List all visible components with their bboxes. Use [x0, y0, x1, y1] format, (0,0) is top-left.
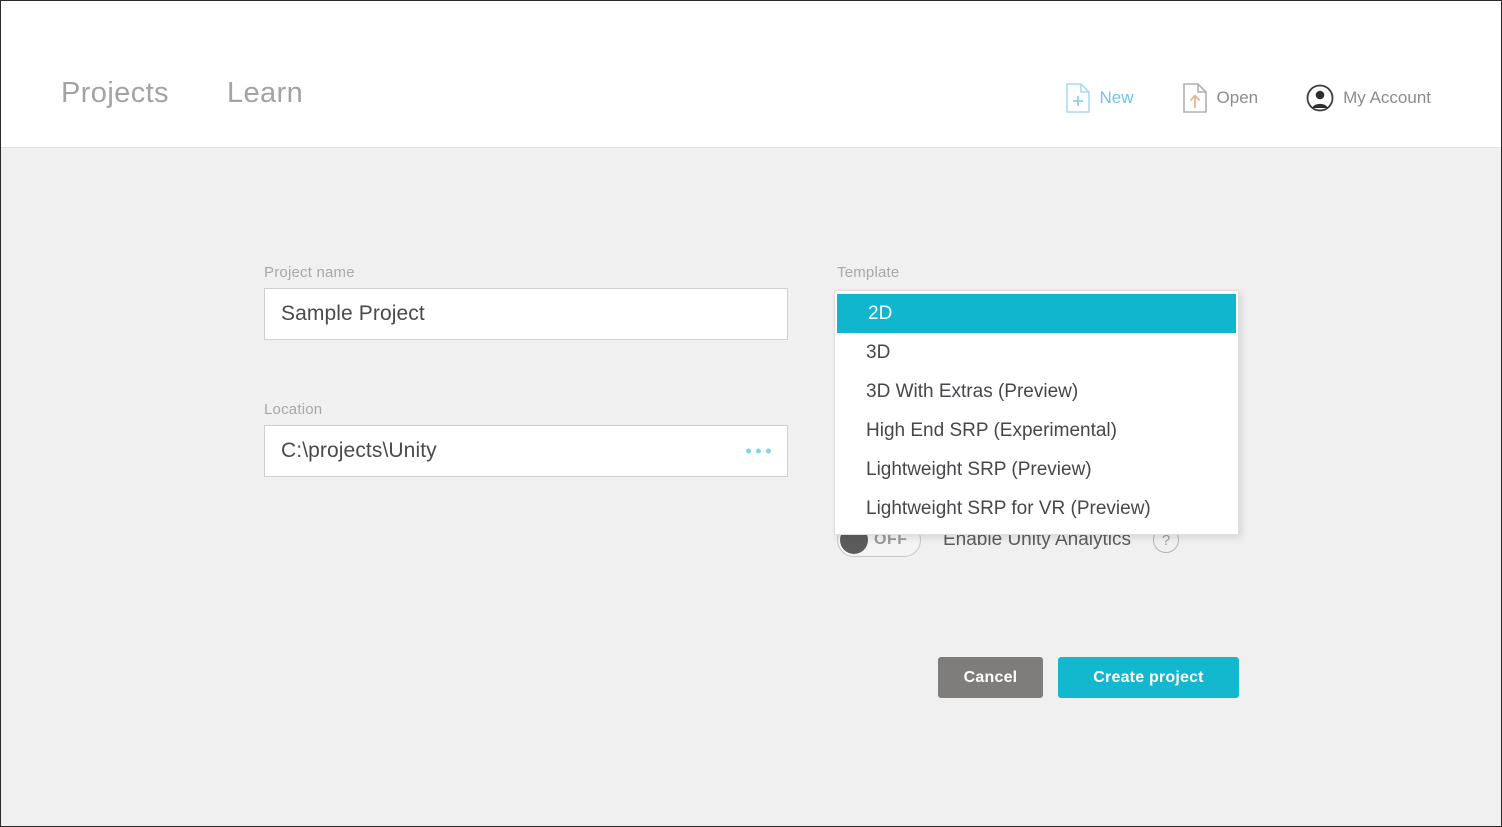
- new-project-button[interactable]: New: [1065, 83, 1134, 113]
- template-option-lightweight-srp[interactable]: Lightweight SRP (Preview): [835, 450, 1238, 489]
- ellipsis-icon[interactable]: [746, 448, 771, 454]
- template-dropdown-list: 2D 3D 3D With Extras (Preview) High End …: [834, 290, 1239, 535]
- tab-projects[interactable]: Projects: [61, 77, 169, 110]
- form-left-column: Project name Sample Project Location C:\…: [264, 264, 788, 477]
- location-input[interactable]: C:\projects\Unity: [264, 425, 788, 477]
- project-name-input[interactable]: Sample Project: [264, 288, 788, 340]
- cancel-button[interactable]: Cancel: [938, 657, 1043, 698]
- template-option-lightweight-srp-vr[interactable]: Lightweight SRP for VR (Preview): [835, 489, 1238, 528]
- tab-learn[interactable]: Learn: [227, 77, 303, 110]
- new-project-label: New: [1099, 88, 1134, 107]
- ellipsis-dot: [756, 448, 761, 454]
- template-option-high-end-srp[interactable]: High End SRP (Experimental): [835, 411, 1238, 450]
- template-label: Template: [837, 264, 900, 281]
- open-project-label: Open: [1216, 88, 1259, 107]
- template-option-3d-with-extras[interactable]: 3D With Extras (Preview): [835, 372, 1238, 411]
- form-action-buttons: Cancel Create project: [938, 657, 1239, 698]
- account-avatar-icon: [1306, 84, 1334, 112]
- my-account-button[interactable]: My Account: [1306, 84, 1431, 112]
- main-navigation: Projects Learn: [61, 77, 303, 110]
- form-right-column: Template: [837, 264, 1241, 288]
- open-project-button[interactable]: Open: [1182, 83, 1259, 113]
- ellipsis-dot: [766, 448, 771, 454]
- field-spacer: [264, 340, 788, 401]
- location-value: C:\projects\Unity: [281, 439, 437, 462]
- app-header: Projects Learn New Open My Account: [1, 1, 1501, 148]
- location-label: Location: [264, 401, 323, 418]
- my-account-label: My Account: [1343, 88, 1431, 107]
- header-action-bar: New Open My Account: [1065, 83, 1431, 113]
- open-document-icon: [1182, 83, 1208, 113]
- template-option-2d[interactable]: 2D: [837, 294, 1236, 333]
- project-name-value: Sample Project: [281, 302, 425, 325]
- project-name-label: Project name: [264, 264, 355, 281]
- template-option-3d[interactable]: 3D: [835, 333, 1238, 372]
- new-project-form: Project name Sample Project Location C:\…: [1, 149, 1501, 826]
- ellipsis-dot: [746, 448, 751, 454]
- new-document-icon: [1065, 83, 1091, 113]
- unity-hub-window: Projects Learn New Open My Account Proje…: [0, 0, 1502, 827]
- create-project-button[interactable]: Create project: [1058, 657, 1239, 698]
